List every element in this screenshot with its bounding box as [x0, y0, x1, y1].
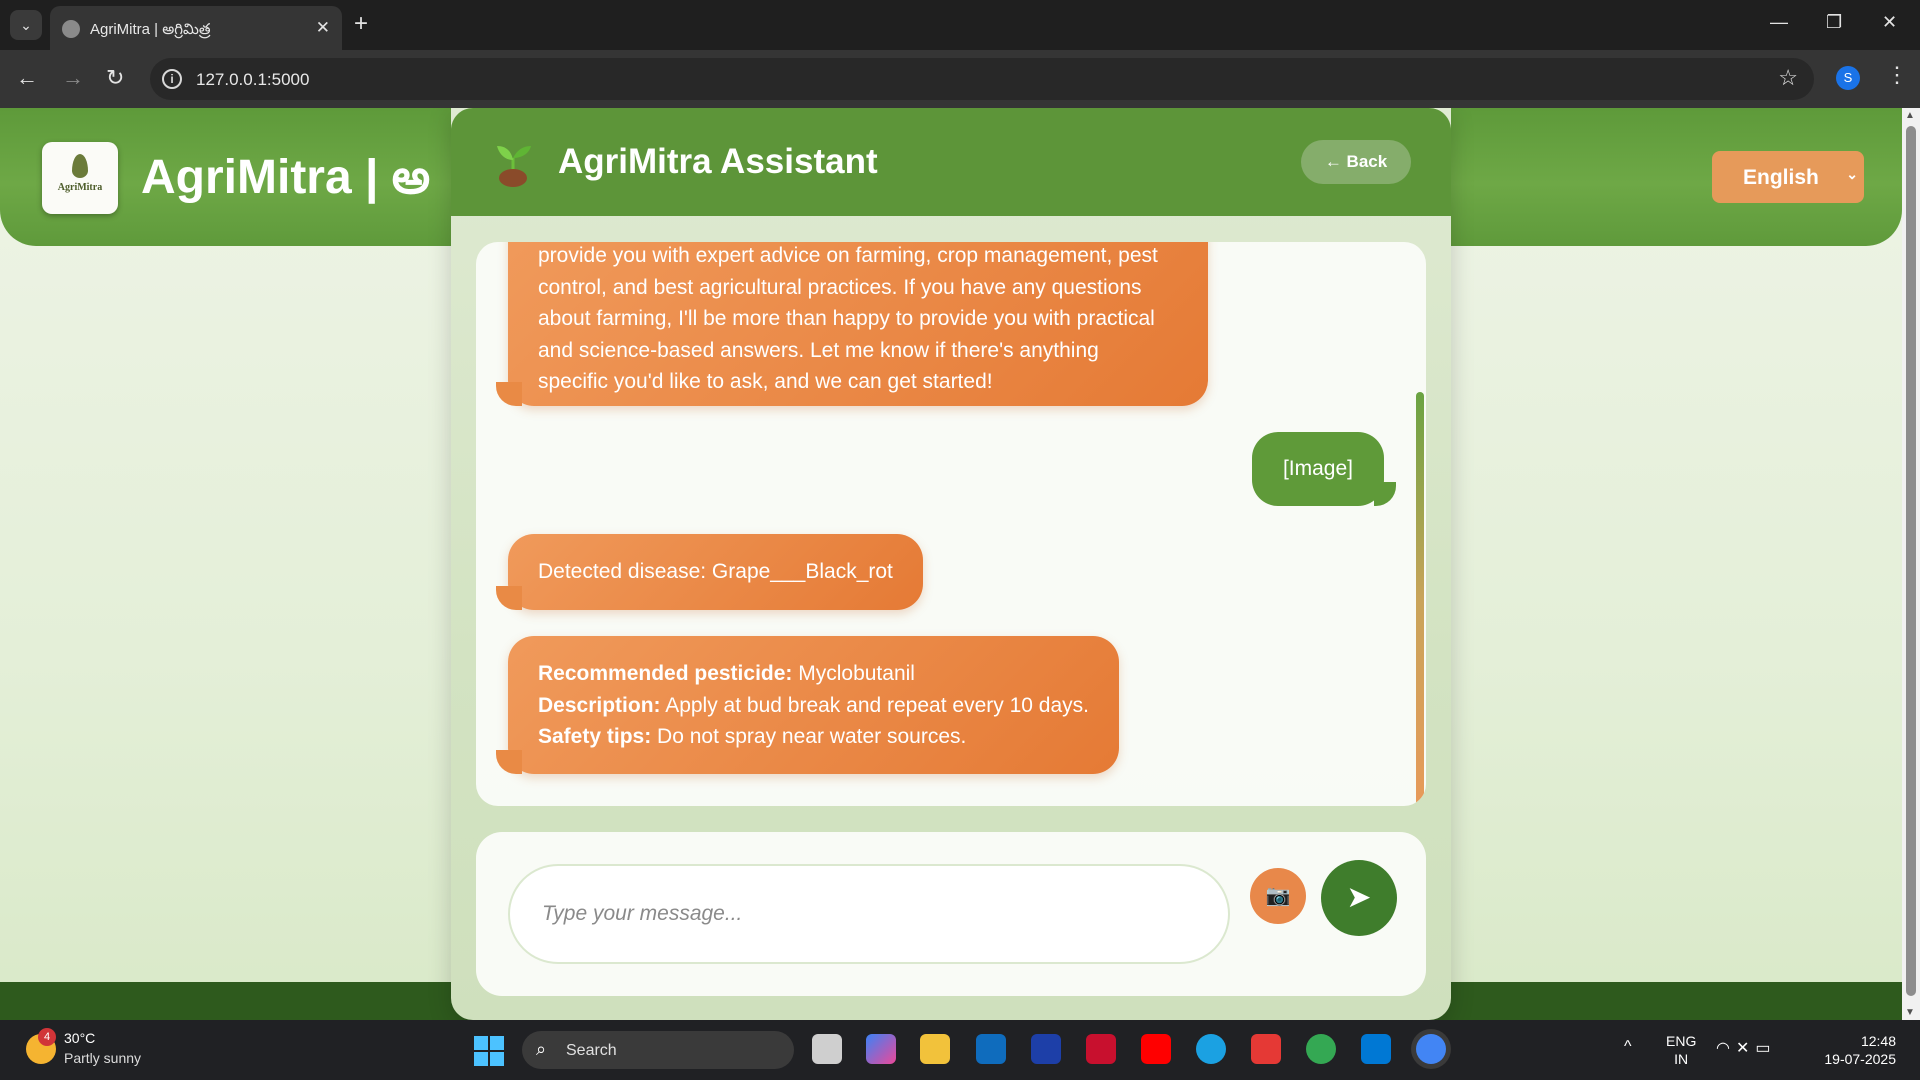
row-value: Myclobutanil	[792, 662, 915, 685]
battery-icon[interactable]: ▭	[1755, 1040, 1776, 1057]
windows-taskbar: 4 30°C Partly sunny ⌕ Search ^ ENG IN ◠✕…	[0, 1020, 1920, 1080]
browser-tab[interactable]: AgriMitra | అగ్రిమిత్ర ✕	[50, 6, 342, 50]
chat-scrollbar[interactable]	[1416, 392, 1424, 806]
tab-title: AgriMitra | అగ్రిమిత్ర	[90, 21, 211, 38]
taskbar-search[interactable]: ⌕ Search	[522, 1031, 794, 1069]
copilot-icon[interactable]	[866, 1034, 896, 1064]
mcafee-icon[interactable]	[1086, 1034, 1116, 1064]
scroll-up-icon[interactable]: ▲	[1905, 110, 1915, 121]
bubble-tail	[496, 750, 522, 774]
bookmark-star-icon[interactable]: ☆	[1778, 65, 1798, 91]
tab-list-chevron-icon[interactable]: ⌄	[10, 10, 42, 40]
bubble-tail	[496, 382, 522, 406]
row-label: Recommended pesticide:	[538, 662, 793, 685]
chevron-down-icon: ⌄	[1846, 166, 1858, 182]
page-viewport: AgriMitra AgriMitra | అ English ⌄ AgriMi…	[0, 108, 1902, 1020]
input-language[interactable]: ENG IN	[1666, 1032, 1696, 1068]
bubble-tail	[1374, 482, 1396, 506]
notification-badge: 4	[38, 1028, 56, 1046]
assistant-panel: AgriMitra Assistant ← Back provide you w…	[451, 108, 1451, 1020]
message-line: provide you with expert advice on farmin…	[538, 244, 1158, 267]
bot-message: provide you with expert advice on farmin…	[496, 242, 1208, 406]
message-row: Safety tips: Do not spray near water sou…	[538, 721, 1089, 753]
weather-description[interactable]: Partly sunny	[64, 1050, 141, 1066]
chrome-active-icon[interactable]	[1416, 1034, 1446, 1064]
row-label: Description:	[538, 693, 661, 717]
url-text[interactable]: 127.0.0.1:5000	[196, 70, 309, 90]
chevron-up-icon[interactable]: ^	[1624, 1038, 1632, 1056]
bot-message: Detected disease: Grape___Black_rot	[496, 534, 923, 610]
row-value: Apply at bud break and repeat every 10 d…	[660, 693, 1089, 717]
site-title: AgriMitra | అ	[141, 151, 431, 204]
address-bar[interactable]: i 127.0.0.1:5000 ☆	[150, 58, 1814, 100]
scroll-down-icon[interactable]: ▼	[1905, 1007, 1915, 1018]
row-value: Do not spray near water sources.	[651, 725, 967, 748]
message-line: about farming, I'll be more than happy t…	[538, 307, 1155, 330]
weather-temperature[interactable]: 30°C	[64, 1030, 95, 1046]
profile-avatar[interactable]: S	[1836, 66, 1860, 90]
close-tab-icon[interactable]: ✕	[316, 18, 330, 38]
row-label: Safety tips:	[538, 725, 652, 748]
browser-menu-icon[interactable]: ⋮	[1886, 62, 1908, 88]
message-composer: 📷 ➤	[476, 832, 1426, 996]
send-arrow-icon[interactable]: ➤	[1321, 860, 1397, 936]
restore-icon[interactable]: ❐	[1826, 12, 1842, 33]
back-button[interactable]: ← Back	[1301, 140, 1411, 184]
message-row: Recommended pesticide: Myclobutanil	[538, 658, 1089, 690]
message-input[interactable]	[508, 864, 1230, 964]
system-tray-icons[interactable]: ◠✕▭	[1716, 1038, 1777, 1058]
back-arrow-icon[interactable]: ←	[16, 66, 38, 90]
wps-office-icon[interactable]	[1251, 1034, 1281, 1064]
browser-tab-bar: ⌄ AgriMitra | అగ్రిమిత్ర ✕ + — ❐ ✕	[0, 0, 1920, 50]
site-info-icon[interactable]: i	[162, 69, 182, 89]
chrome-icon[interactable]	[1306, 1034, 1336, 1064]
browser-toolbar: ← → ↻ i 127.0.0.1:5000 ☆	[0, 50, 1920, 108]
message-line: control, and best agricultural practices…	[538, 275, 1142, 299]
page-scrollbar[interactable]: ▲ ▼	[1902, 108, 1920, 1020]
minimize-icon[interactable]: —	[1770, 12, 1788, 33]
leaf-icon	[72, 154, 88, 178]
file-explorer-icon[interactable]	[920, 1034, 950, 1064]
edge-icon[interactable]	[1196, 1034, 1226, 1064]
search-icon: ⌕	[536, 1039, 547, 1059]
task-view-icon[interactable]	[812, 1034, 842, 1064]
l-app-icon[interactable]	[1031, 1034, 1061, 1064]
camera-icon[interactable]: 📷	[1250, 868, 1306, 924]
mute-icon[interactable]: ✕	[1736, 1040, 1755, 1057]
new-tab-plus-icon[interactable]: +	[354, 11, 368, 37]
forward-arrow-icon[interactable]: →	[62, 66, 84, 90]
message-text: Detected disease: Grape___Black_rot	[538, 560, 893, 583]
lang-bottom: IN	[1674, 1051, 1689, 1067]
message-line: specific you'd like to ask, and we can g…	[538, 370, 993, 393]
outlook-icon[interactable]	[976, 1034, 1006, 1064]
search-label: Search	[566, 1042, 617, 1059]
window-close-icon[interactable]: ✕	[1882, 12, 1897, 33]
reload-icon[interactable]: ↻	[106, 66, 124, 90]
seedling-icon	[497, 146, 531, 187]
globe-icon	[62, 20, 80, 38]
language-value: English	[1743, 166, 1819, 189]
chat-messages[interactable]: provide you with expert advice on farmin…	[476, 242, 1426, 806]
vscode-icon[interactable]	[1361, 1034, 1391, 1064]
assistant-header: AgriMitra Assistant ← Back	[451, 108, 1451, 216]
lang-top: ENG	[1666, 1033, 1697, 1049]
message-text: [Image]	[1282, 457, 1354, 480]
bot-message: Recommended pesticide: Myclobutanil Desc…	[496, 636, 1119, 774]
bubble-tail	[496, 586, 522, 610]
wifi-icon[interactable]: ◠	[1716, 1040, 1736, 1057]
clock-date: 19-07-2025	[1824, 1051, 1896, 1067]
windows-start-icon[interactable]	[474, 1036, 504, 1066]
message-row: Description: Apply at bud break and repe…	[538, 690, 1089, 722]
logo-text: AgriMitra	[57, 182, 103, 193]
system-clock[interactable]: 12:48 19-07-2025	[1812, 1032, 1896, 1068]
youtube-icon[interactable]	[1141, 1034, 1171, 1064]
assistant-title: AgriMitra Assistant	[558, 142, 878, 181]
clock-time: 12:48	[1860, 1033, 1896, 1049]
language-select[interactable]: English ⌄	[1712, 151, 1864, 203]
site-logo[interactable]: AgriMitra	[42, 142, 118, 214]
scrollbar-thumb[interactable]	[1906, 126, 1916, 996]
user-message: [Image]	[1252, 432, 1396, 506]
message-line: and science-based answers. Let me know i…	[538, 338, 1099, 362]
